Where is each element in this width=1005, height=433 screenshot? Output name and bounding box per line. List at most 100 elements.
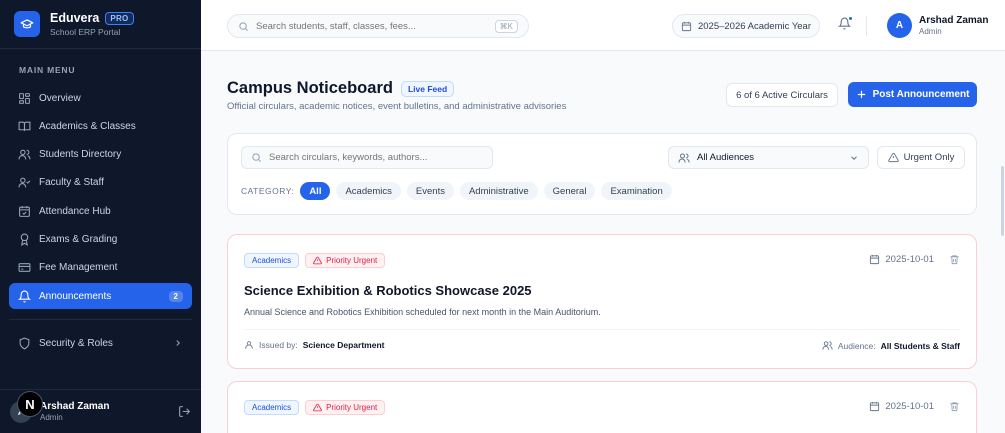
sidebar-item-announcements[interactable]: Announcements 2 — [9, 283, 192, 310]
notice-description: Annual Science and Robotics Exhibition s… — [244, 307, 601, 317]
post-announcement-label: Post Announcement — [872, 89, 970, 100]
post-announcement-button[interactable]: Post Announcement — [848, 82, 977, 107]
audience-select[interactable]: All Audiences — [668, 146, 869, 169]
category-filter: CATEGORY: All Academics Events Administr… — [241, 182, 678, 200]
page-header: Campus Noticeboard Live Feed — [227, 79, 455, 98]
category-chip-events[interactable]: Events — [406, 182, 454, 200]
sidebar-item-academics[interactable]: Academics & Classes — [9, 113, 192, 139]
notice-divider — [244, 329, 960, 330]
category-label: CATEGORY: — [241, 186, 295, 196]
circular-search-input[interactable] — [269, 152, 483, 163]
brand[interactable]: Eduvera PRO School ERP Portal — [0, 0, 201, 49]
chevron-right-icon — [173, 338, 183, 348]
shield-icon — [18, 337, 31, 350]
trash-icon[interactable] — [949, 401, 960, 412]
notifications-button[interactable] — [838, 16, 853, 30]
sidebar-item-label: Faculty & Staff — [39, 177, 104, 189]
topbar-divider — [866, 16, 867, 36]
audience-label: Audience: — [837, 340, 876, 351]
sidebar-item-label: Overview — [39, 92, 81, 104]
circular-search[interactable] — [241, 146, 493, 169]
trash-icon[interactable] — [949, 254, 960, 265]
sidebar-item-label: Attendance Hub — [39, 205, 111, 217]
user-name: Arshad Zaman — [919, 15, 989, 26]
sidebar-divider — [9, 319, 192, 321]
notice-tags: Academics Priority Urgent — [244, 253, 386, 268]
notice-date-row: 2025-10-01 — [869, 401, 960, 412]
plus-icon — [856, 89, 867, 100]
notice-card[interactable]: Academics Priority Urgent 2025-10-01 Sci… — [227, 234, 977, 369]
issued-by-value: Science Department — [302, 340, 385, 350]
main-content: Campus Noticeboard Live Feed Official ci… — [201, 51, 1005, 433]
sidebar-item-security[interactable]: Security & Roles — [9, 330, 192, 356]
sidebar: Eduvera PRO School ERP Portal MAIN MENU O… — [0, 0, 201, 433]
issued-by-label: Issued by: — [259, 340, 298, 350]
topbar: ⌘K 2025–2026 Academic Year A Arshad Zama… — [201, 0, 1005, 51]
users-icon — [822, 340, 833, 351]
shortcut-hint: ⌘K — [494, 19, 518, 33]
brand-name: Eduvera — [50, 11, 100, 25]
urgent-only-toggle[interactable]: Urgent Only — [877, 146, 965, 169]
dev-overlay-button[interactable]: N — [17, 391, 43, 417]
academic-year-selector[interactable]: 2025–2026 Academic Year — [672, 14, 820, 38]
global-search[interactable]: ⌘K — [227, 14, 529, 38]
alert-triangle-icon — [887, 152, 899, 163]
bell-icon — [18, 290, 31, 303]
logout-icon[interactable] — [178, 405, 191, 418]
graduation-cap-icon — [14, 11, 40, 37]
sidebar-item-label: Announcements — [39, 290, 112, 302]
category-chip-general[interactable]: General — [543, 182, 596, 200]
calendar-icon — [869, 254, 880, 265]
user-check-icon — [18, 176, 31, 189]
sidebar-user-role: Admin — [40, 413, 63, 422]
pro-badge: PRO — [105, 11, 134, 25]
page-subtitle: Official circulars, academic notices, ev… — [227, 101, 567, 112]
priority-tag: Priority Urgent — [305, 400, 386, 415]
sidebar-item-faculty[interactable]: Faculty & Staff — [9, 170, 192, 196]
notice-audience: Audience: All Students & Staff — [822, 340, 960, 351]
notice-date-row: 2025-10-01 — [869, 254, 960, 265]
user-menu[interactable]: A Arshad Zaman Admin — [887, 13, 988, 38]
category-chip-administrative[interactable]: Administrative — [459, 182, 538, 200]
issued-by: Issued by: Science Department — [244, 340, 384, 350]
announcements-count-badge: 2 — [168, 290, 183, 302]
sidebar-item-label: Security & Roles — [39, 337, 113, 349]
grid-icon — [18, 92, 31, 105]
priority-tag: Priority Urgent — [305, 253, 386, 268]
award-icon — [18, 233, 31, 246]
filter-panel: All Audiences Urgent Only CATEGORY: All … — [227, 133, 977, 215]
priority-label: Priority Urgent — [326, 256, 378, 265]
avatar: A — [887, 13, 912, 38]
category-chip-all[interactable]: All — [300, 182, 331, 200]
audience-value: All Audiences — [697, 152, 755, 163]
sidebar-item-attendance[interactable]: Attendance Hub — [9, 198, 192, 224]
sidebar-item-fees[interactable]: Fee Management — [9, 255, 192, 281]
sidebar-item-students[interactable]: Students Directory — [9, 142, 192, 168]
page-title: Campus Noticeboard — [227, 79, 393, 97]
sidebar-user-name: Arshad Zaman — [40, 401, 110, 412]
category-chip-examination[interactable]: Examination — [601, 182, 672, 200]
scrollbar-thumb[interactable] — [1001, 166, 1004, 236]
audience-value: All Students & Staff — [880, 340, 960, 351]
category-tag: Academics — [244, 253, 300, 268]
notice-card[interactable]: Academics Priority Urgent 2025-10-01 — [227, 381, 977, 433]
category-chip-academics[interactable]: Academics — [336, 182, 401, 200]
main-scrollbar[interactable] — [1000, 51, 1005, 433]
notice-date: 2025-10-01 — [885, 401, 934, 412]
sidebar-item-label: Academics & Classes — [39, 120, 136, 132]
sidebar-item-label: Fee Management — [39, 262, 118, 274]
sidebar-item-label: Exams & Grading — [39, 233, 118, 245]
credit-card-icon — [18, 261, 31, 274]
global-search-input[interactable] — [256, 20, 495, 32]
user-role: Admin — [919, 27, 942, 36]
sidebar-item-overview[interactable]: Overview — [9, 85, 192, 111]
brand-subtitle: School ERP Portal — [50, 27, 121, 37]
active-circulars-count: 6 of 6 Active Circulars — [726, 83, 838, 107]
calendar-icon — [681, 21, 692, 32]
notice-title[interactable]: Science Exhibition & Robotics Showcase 2… — [244, 283, 532, 298]
users-icon — [18, 148, 31, 161]
sidebar-item-exams[interactable]: Exams & Grading — [9, 226, 192, 252]
chevron-down-icon — [849, 153, 859, 163]
notification-dot — [848, 16, 853, 21]
user-icon — [244, 340, 254, 350]
